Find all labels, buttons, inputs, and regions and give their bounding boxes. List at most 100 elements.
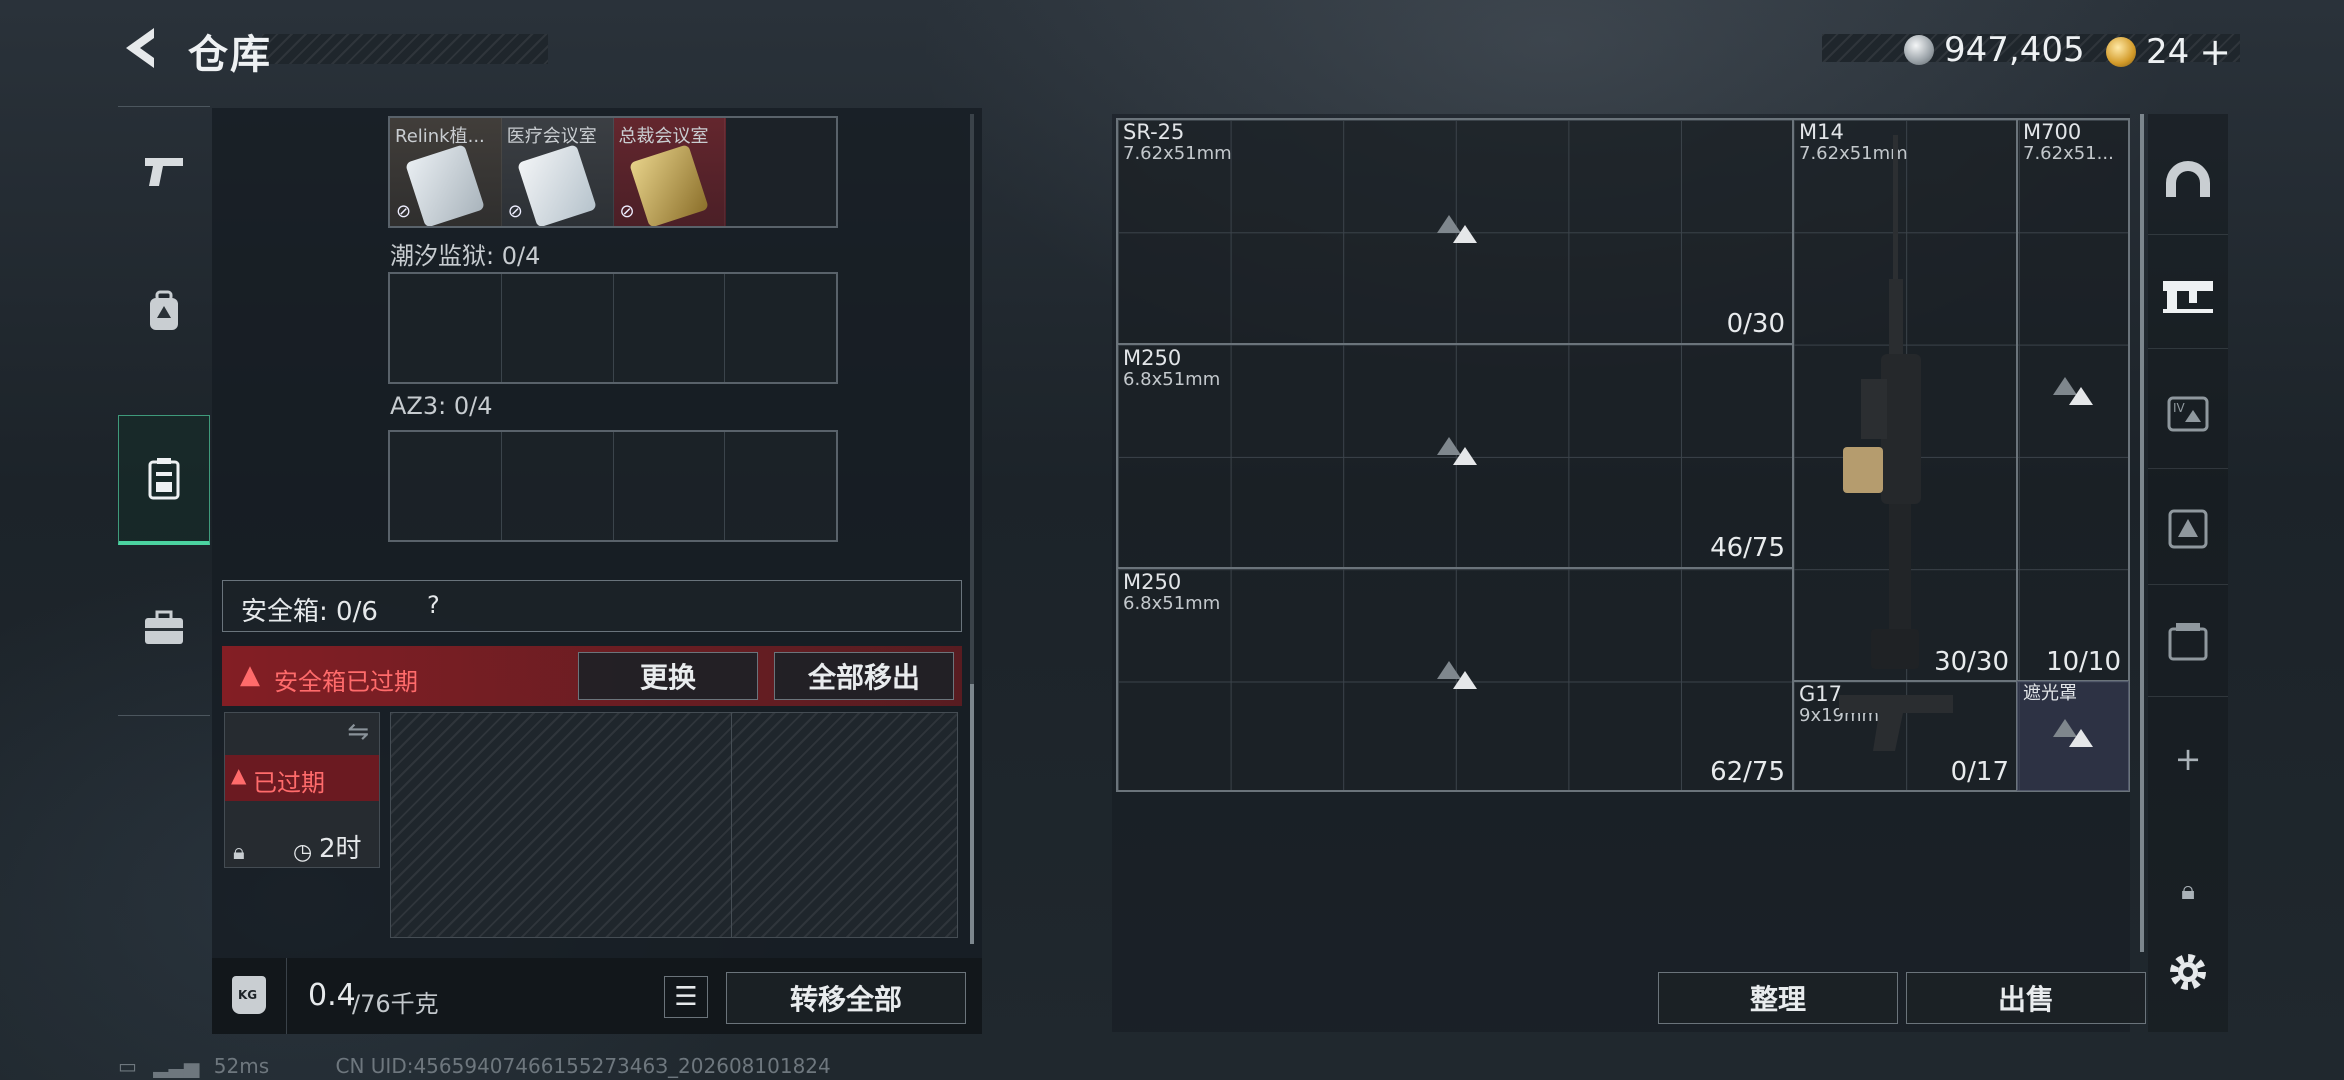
stash-slot-m250[interactable]: M250 6.8x51mm 46/75 [1116, 344, 1794, 568]
keycard-slot[interactable]: Relink植... ⊘ [390, 118, 502, 226]
slot-caliber: 6.8x51mm [1123, 369, 1221, 390]
keycard-image [628, 144, 709, 226]
vest-icon [2168, 509, 2208, 549]
stash-slot-g17[interactable]: G17 9x19mm 0/17 [1792, 680, 2018, 792]
keycard-slot[interactable] [614, 274, 726, 382]
container-icon [2168, 623, 2208, 661]
stash-slot-lens-hood[interactable]: 遮光罩 [2016, 680, 2130, 792]
settings-icon [2170, 954, 2206, 990]
kg-label: KG [238, 988, 258, 1002]
keycard-slot[interactable] [390, 274, 502, 382]
sidebar-item-vest[interactable] [2148, 474, 2228, 585]
signal-icon: ▂▃▅ [153, 1054, 200, 1078]
safe-box-header: 安全箱: 0/6 ? [222, 580, 962, 632]
attachment-placeholder-icon [2069, 729, 2093, 747]
safe-box-warning: ▲ 安全箱已过期 更换 全部移出 [222, 646, 962, 706]
keycard-slot[interactable] [725, 432, 836, 540]
add-slot-button[interactable]: + [2148, 740, 2228, 778]
list-view-button[interactable]: ☰ [664, 976, 708, 1018]
clock-icon: ◷ [293, 840, 313, 865]
keycard-slot[interactable] [725, 274, 836, 382]
silver-amount: 947,405 [1944, 30, 2085, 70]
keycard-item[interactable]: 总裁会议室 ⊘ [613, 118, 726, 226]
safe-box-thumbnail[interactable]: ⇋ 已过期 ▲ 🔒︎ ◷ 2时 [224, 712, 380, 868]
swap-icon: ⇋ [347, 717, 369, 747]
expiry-timer: 2时 [319, 834, 362, 864]
keycard-grid [388, 430, 838, 542]
replace-button[interactable]: 更换 [578, 652, 758, 700]
rifle-rack-icon [2163, 281, 2213, 313]
keycard-label: Relink植... [395, 126, 485, 147]
keycard-image [405, 144, 485, 226]
sidebar-item-backpack[interactable] [118, 247, 210, 377]
back-button[interactable] [118, 24, 162, 72]
transfer-all-button[interactable]: 转移全部 [726, 972, 966, 1024]
weight-current: 0.4 [308, 978, 356, 1013]
slot-count: 30/30 [1934, 647, 2009, 677]
sidebar-item-container[interactable] [2148, 586, 2228, 697]
stash-scrollbar[interactable] [2140, 114, 2144, 952]
keycard-item[interactable]: Relink植... ⊘ [390, 118, 502, 226]
stash-slot-m250[interactable]: M250 6.8x51mm 62/75 [1116, 568, 1794, 792]
back-arrow-icon [126, 28, 154, 68]
right-sidebar: IV + 🔒︎ [2148, 114, 2228, 1032]
keycard-slot[interactable] [390, 432, 502, 540]
expired-banner: 已过期 ▲ [225, 755, 379, 801]
warning-icon: ▲ [231, 763, 247, 787]
briefcase-icon [145, 610, 183, 644]
status-footer: ▭ ▂▃▅ 52ms CN UID:4565940746615527346З_2… [118, 1054, 831, 1078]
battery-icon: ▭ [118, 1054, 137, 1078]
scrollbar-thumb[interactable] [970, 684, 974, 944]
slot-weapon-name: SR-25 [1123, 120, 1185, 144]
sidebar-item-weapons[interactable] [118, 107, 210, 237]
sidebar-item-weapon-rack[interactable] [2148, 238, 2228, 349]
user-uid: CN UID:4565940746615527346З_202608101824 [335, 1054, 831, 1078]
slot-item-name: 遮光罩 [2023, 683, 2077, 704]
safe-box-grid[interactable] [390, 712, 958, 938]
keycard-slot[interactable] [614, 432, 726, 540]
remove-all-button[interactable]: 全部移出 [774, 652, 954, 700]
sell-button[interactable]: 出售 [1906, 972, 2146, 1024]
sidebar-item-briefcase[interactable] [118, 563, 210, 693]
slot-weapon-name: M250 [1123, 570, 1182, 594]
keycard-slot[interactable] [725, 118, 836, 226]
silver-coin-icon [1904, 35, 1934, 65]
stash-slot-m14[interactable]: M14 7.62x51mm 30/30 [1792, 118, 2018, 682]
help-button[interactable]: ? [427, 591, 440, 619]
lock-icon[interactable]: 🔒︎ [2148, 876, 2228, 907]
sort-button[interactable]: 整理 [1658, 972, 1898, 1024]
slot-count: 46/75 [1710, 533, 1785, 563]
keycard-slot[interactable] [502, 432, 614, 540]
silver-currency: 947,405 [1904, 30, 2085, 70]
keycard-image [516, 144, 597, 226]
keycard-slot[interactable]: 医疗会议室 ⊘ [501, 118, 614, 226]
add-gold-button[interactable]: + [2199, 30, 2231, 74]
keycard-slot[interactable] [502, 274, 614, 382]
g17-pistol-image [1839, 695, 1953, 751]
keycard-case-icon [148, 457, 180, 499]
gold-currency[interactable]: 24 + [2106, 30, 2231, 74]
stash-slot-sr25[interactable]: SR-25 7.62x51mm 0/30 [1116, 118, 1794, 344]
slot-count: 10/10 [2046, 647, 2121, 677]
slot-count: 0/30 [1726, 309, 1785, 339]
page-title: 仓库 [188, 32, 272, 78]
keycard-grid: Relink植... ⊘ 医疗会议室 ⊘ 总裁会议室 ⊘ [388, 116, 838, 228]
warning-text: 安全箱已过期 [274, 668, 418, 696]
sidebar-item-armor[interactable]: IV [2148, 358, 2228, 469]
sidebar-item-keycards[interactable] [118, 415, 210, 545]
sidebar-item-helmet[interactable] [2148, 124, 2228, 235]
ammo-placeholder-icon [1453, 447, 1477, 465]
lock-icon: 🔒︎ [233, 840, 245, 865]
stash-slot-m700[interactable]: M700 7.62x51... 10/10 [2016, 118, 2130, 682]
slot-caliber: 6.8x51mm [1123, 593, 1221, 614]
gold-amount: 24 [2146, 32, 2190, 72]
slot-weapon-name: M700 [2023, 120, 2082, 144]
keycard-item[interactable]: 医疗会议室 ⊘ [501, 118, 614, 226]
keycard-slot[interactable]: 总裁会议室 ⊘ [613, 118, 726, 226]
settings-button[interactable] [2148, 950, 2228, 998]
ammo-placeholder-icon [1453, 225, 1477, 243]
slot-count: 0/17 [1950, 757, 2009, 787]
m14-rifle-image [1843, 135, 1921, 669]
weight-bar: KG 0.4 /76千克 ☰ 转移全部 [212, 958, 982, 1034]
svg-text:IV: IV [2173, 401, 2186, 415]
